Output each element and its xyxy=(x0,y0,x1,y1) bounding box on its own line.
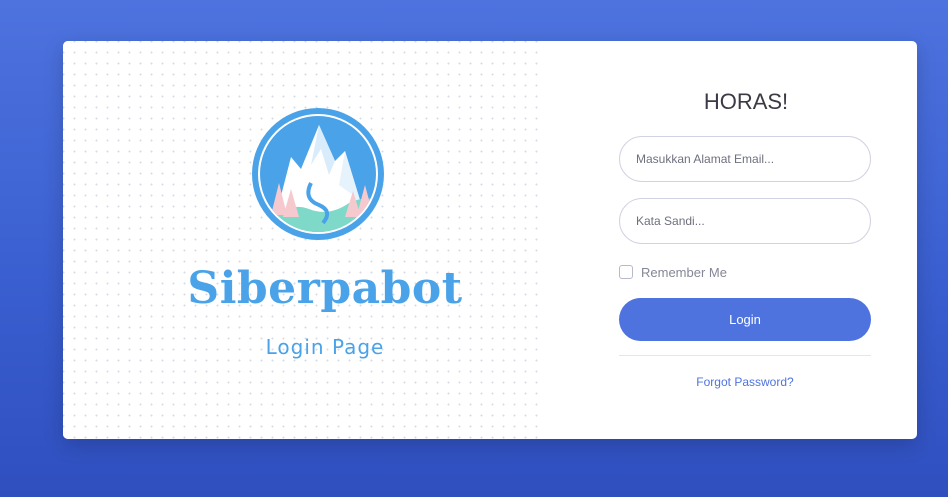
mountain-landscape-logo-icon xyxy=(249,105,387,243)
login-form: HORAS! Remember Me Login Forgot Password… xyxy=(619,41,873,439)
brand-subtitle: Login Page xyxy=(265,335,385,359)
email-field[interactable] xyxy=(619,136,871,182)
divider xyxy=(619,355,871,356)
remember-me-label: Remember Me xyxy=(641,264,727,280)
brand-title: Siberpabot xyxy=(187,263,463,314)
brand-panel: Siberpabot Login Page xyxy=(63,41,545,439)
greeting-heading: HORAS! xyxy=(703,89,789,114)
remember-me-checkbox[interactable] xyxy=(619,265,633,279)
login-button[interactable]: Login xyxy=(619,298,871,341)
remember-me[interactable]: Remember Me xyxy=(619,263,727,281)
login-card: Siberpabot Login Page HORAS! Remember Me… xyxy=(63,41,917,439)
forgot-password-link[interactable]: Forgot Password? xyxy=(619,375,871,389)
password-field[interactable] xyxy=(619,198,871,244)
